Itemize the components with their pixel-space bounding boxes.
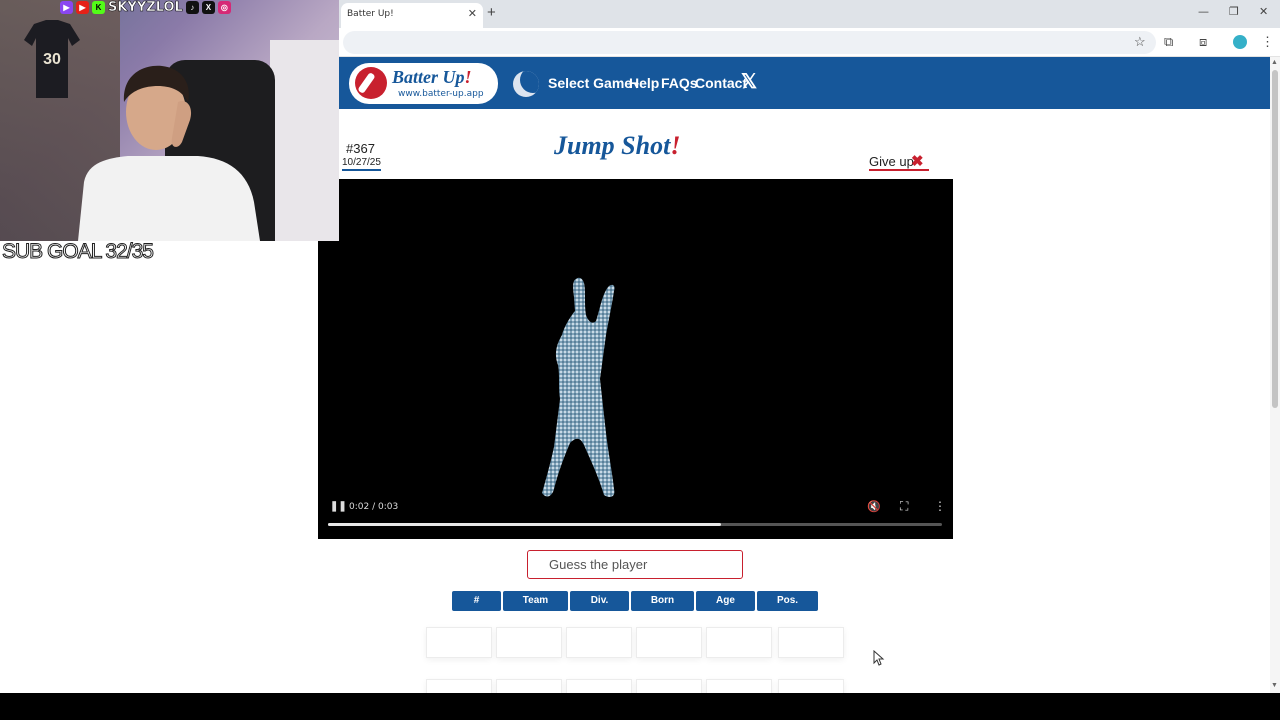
guess-cell bbox=[426, 627, 492, 658]
scroll-thumb[interactable] bbox=[1272, 70, 1278, 408]
webcam-pillow bbox=[270, 40, 339, 241]
x-icon: X bbox=[201, 1, 215, 14]
game-date[interactable]: 10/27/25 bbox=[342, 157, 381, 171]
column-header-position[interactable]: Pos. bbox=[757, 591, 818, 611]
mouse-cursor-icon bbox=[873, 650, 885, 666]
nav-help[interactable]: Help bbox=[629, 75, 659, 91]
dark-mode-moon-icon[interactable] bbox=[513, 71, 539, 97]
streamer-webcam: 30 ▶ ▶ K SKYYZLOL ♪ X ◎ bbox=[0, 0, 339, 241]
browser-menu-icon[interactable]: ⋮ bbox=[1261, 35, 1274, 49]
site-logo[interactable]: Batter Up! www.batter-up.app bbox=[349, 63, 498, 104]
tab-title: Batter Up! bbox=[347, 9, 394, 19]
column-header-age[interactable]: Age bbox=[696, 591, 755, 611]
instagram-icon: ◎ bbox=[217, 1, 231, 14]
sub-goal-counter: SUB GOAL 32/35 bbox=[2, 240, 155, 264]
browser-tab[interactable]: Batter Up! ✕ bbox=[341, 3, 483, 28]
fullscreen-icon[interactable]: ⛶ bbox=[900, 499, 908, 514]
guess-player-input[interactable] bbox=[527, 550, 743, 579]
browser-tabstrip: Batter Up! ✕ + — ❐ ✕ bbox=[339, 0, 1280, 28]
bookmark-star-icon[interactable]: ☆ bbox=[1134, 35, 1146, 49]
minimize-button[interactable]: — bbox=[1198, 5, 1209, 18]
new-tab-button[interactable]: + bbox=[487, 4, 496, 21]
nav-contact[interactable]: Contact bbox=[695, 75, 747, 91]
nav-faqs[interactable]: FAQs bbox=[661, 75, 698, 91]
give-up-label: Give up bbox=[869, 154, 914, 169]
wall-jersey: 30 bbox=[24, 20, 80, 98]
guess-cell bbox=[566, 627, 632, 658]
streamer-person bbox=[78, 65, 260, 241]
streamer-handle: SKYYZLOL bbox=[108, 0, 183, 15]
svg-text:30: 30 bbox=[43, 51, 61, 68]
close-x-icon: ✖ bbox=[911, 153, 924, 170]
guess-cell bbox=[706, 627, 772, 658]
mute-icon[interactable]: 🔇 bbox=[867, 500, 881, 513]
column-header-team[interactable]: Team bbox=[503, 591, 568, 611]
video-progress-bar[interactable] bbox=[328, 523, 942, 526]
game-title: Jump Shot! bbox=[554, 131, 681, 160]
cast-icon[interactable]: ⧈ bbox=[1199, 35, 1207, 49]
video-time: 0:02 / 0:03 bbox=[349, 502, 399, 512]
kick-icon: K bbox=[92, 1, 105, 14]
guess-cell bbox=[636, 627, 702, 658]
site-header: Batter Up! www.batter-up.app Select Game… bbox=[339, 57, 1270, 109]
column-header-number[interactable]: # bbox=[452, 591, 501, 611]
pause-icon[interactable]: ❚❚ bbox=[330, 501, 347, 512]
logo-title: Batter Up! bbox=[392, 67, 472, 87]
column-header-division[interactable]: Div. bbox=[570, 591, 629, 611]
column-header-born[interactable]: Born bbox=[631, 591, 694, 611]
scroll-up-arrow-icon[interactable]: ▲ bbox=[1271, 59, 1278, 66]
x-social-icon[interactable]: 𝕏 bbox=[741, 72, 757, 92]
window-close-button[interactable]: ✕ bbox=[1259, 5, 1268, 18]
tab-close-icon[interactable]: ✕ bbox=[468, 7, 477, 20]
nav-select-game[interactable]: Select Game ▾ bbox=[548, 75, 639, 91]
scroll-down-arrow-icon[interactable]: ▼ bbox=[1271, 682, 1278, 689]
address-bar[interactable]: ☆ bbox=[343, 31, 1156, 54]
logo-url: www.batter-up.app bbox=[398, 89, 484, 99]
social-bar: ▶ ▶ K SKYYZLOL ♪ X ◎ bbox=[60, 0, 231, 15]
game-number: #367 bbox=[346, 141, 375, 156]
page-scrollbar[interactable]: ▲ ▼ bbox=[1270, 57, 1280, 693]
twitch-icon: ▶ bbox=[60, 1, 73, 14]
profile-avatar-icon[interactable] bbox=[1233, 35, 1247, 49]
give-up-button[interactable]: Give up ✖ bbox=[869, 153, 929, 171]
guess-cell bbox=[496, 627, 562, 658]
screen: Batter Up! ✕ + — ❐ ✕ ☆ ⧉ ⧈ ⋮ Batter Up! … bbox=[0, 0, 1280, 720]
taskbar-strip bbox=[0, 693, 1280, 720]
video-player[interactable]: ❚❚ 0:02 / 0:03 🔇 ⛶ ⋮ bbox=[318, 179, 953, 539]
guess-cell bbox=[778, 627, 844, 658]
tiktok-icon: ♪ bbox=[185, 1, 199, 14]
restore-button[interactable]: ❐ bbox=[1229, 5, 1239, 18]
baseball-player-logo-icon bbox=[355, 67, 387, 99]
extensions-icon[interactable]: ⧉ bbox=[1164, 35, 1173, 49]
video-progress-fill bbox=[328, 523, 721, 526]
youtube-icon: ▶ bbox=[76, 1, 89, 14]
browser-toolbar: ☆ ⧉ ⧈ ⋮ bbox=[339, 28, 1280, 57]
player-silhouette bbox=[542, 277, 615, 497]
more-options-icon[interactable]: ⋮ bbox=[934, 499, 946, 513]
